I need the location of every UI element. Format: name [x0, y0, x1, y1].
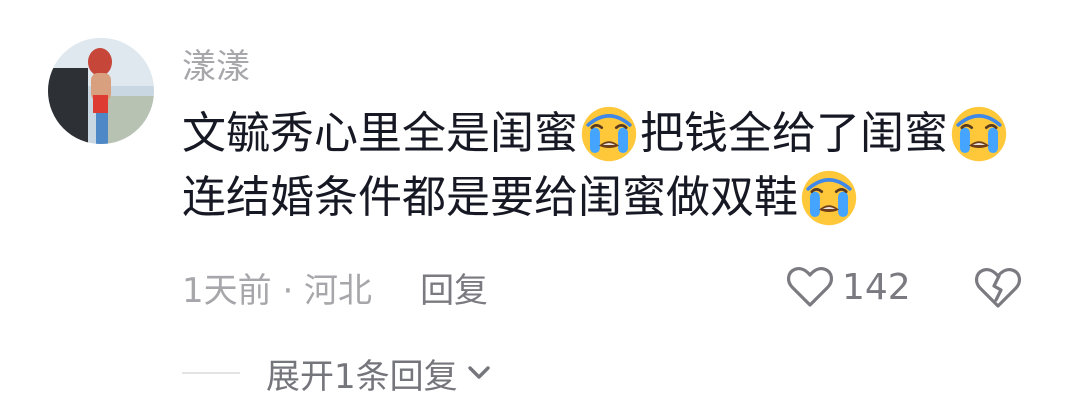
comment-meta: 1天前 · 河北 回复 — [182, 262, 488, 312]
expand-replies-button[interactable]: 展开1条回复 — [182, 350, 494, 397]
username[interactable]: 漾漾 — [182, 44, 250, 90]
broken-heart-icon[interactable] — [974, 264, 1022, 310]
comment-text-segment: 把钱全给了闺蜜 — [640, 108, 948, 159]
like-count: 142 — [842, 266, 911, 308]
expand-replies-label: 展开1条回复 — [266, 356, 458, 397]
loudly-crying-face-icon — [800, 169, 858, 227]
time-location: 1天前 · 河北 — [182, 270, 373, 311]
comment-line-2: 连结婚条件都是要给闺蜜做双鞋 — [182, 166, 1062, 230]
avatar[interactable] — [48, 38, 154, 144]
heart-icon — [787, 267, 833, 307]
comment-line-1: 文毓秀心里全是闺蜜 把钱全给了闺蜜 — [182, 102, 1062, 166]
loudly-crying-face-icon — [950, 105, 1008, 163]
like-button[interactable]: 142 — [786, 262, 911, 312]
comment-text: 文毓秀心里全是闺蜜 把钱全给了闺蜜 连结婚条件都是要给闺蜜做双鞋 — [182, 102, 1062, 230]
comment-text-segment: 文毓秀心里全是闺蜜 — [182, 108, 578, 159]
reply-button[interactable]: 回复 — [420, 263, 488, 312]
loudly-crying-face-icon — [580, 105, 638, 163]
divider — [182, 372, 240, 374]
comment-text-segment: 连结婚条件都是要给闺蜜做双鞋 — [182, 172, 798, 223]
chevron-down-icon — [467, 366, 490, 379]
